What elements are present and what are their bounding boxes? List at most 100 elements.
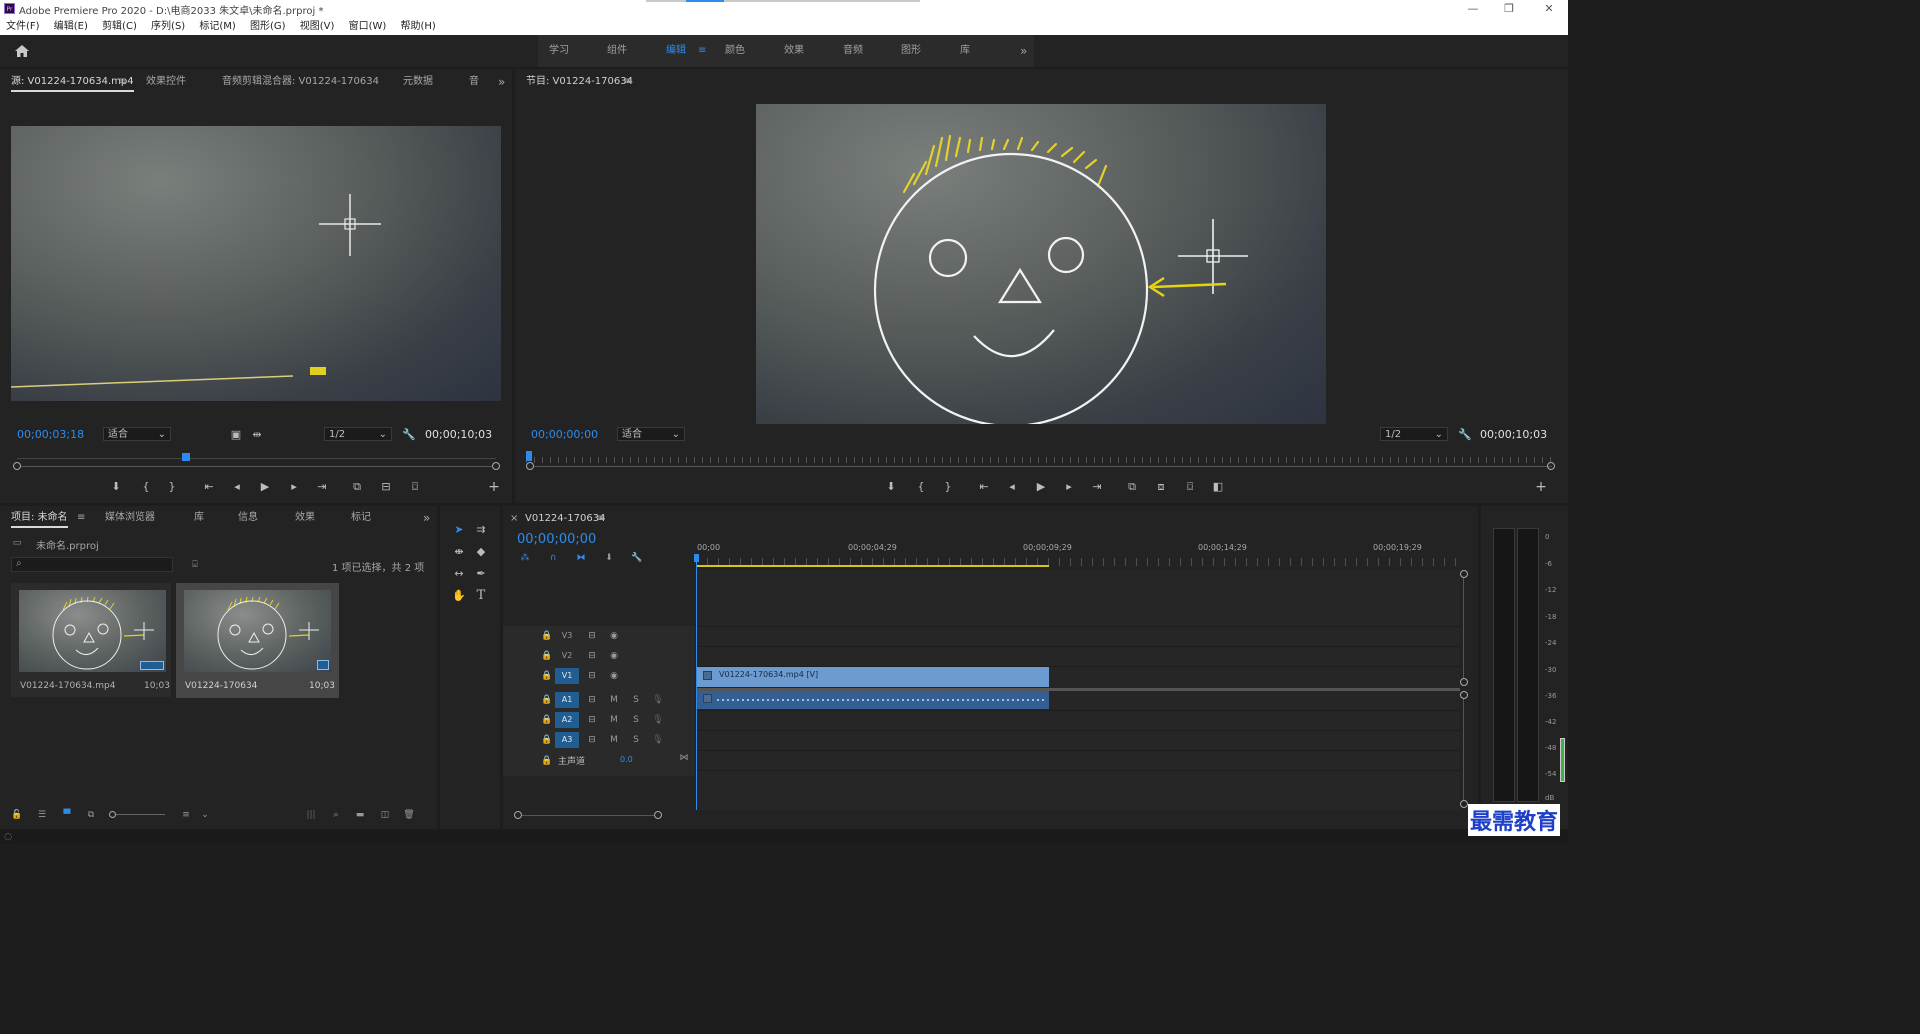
new-bin-icon[interactable]: ▬ [354,809,366,821]
project-more-tabs-button[interactable]: » [423,510,430,526]
pen-tool-icon[interactable]: ✒ [473,566,489,582]
step-forward-icon[interactable]: ▸ [1061,479,1077,495]
mark-out-icon[interactable]: } [164,479,180,495]
hand-tool-icon[interactable]: ✋ [451,588,467,604]
play-icon[interactable]: ▶ [1033,479,1049,495]
wrench-icon[interactable]: 🔧 [401,427,417,443]
source-fit-dropdown[interactable]: 适合 ⌄ [103,427,171,441]
tab-source[interactable]: 源: V01224-170634.mp4 [11,74,134,92]
mark-out-icon[interactable]: } [940,479,956,495]
timeline-sequence-tab[interactable]: V01224-170634 [525,511,605,527]
menu-help[interactable]: 帮助(H) [401,18,436,35]
workspace-color[interactable]: 颜色 [725,35,745,67]
track-select-tool-icon[interactable]: ⇉ [473,522,489,538]
menu-edit[interactable]: 编辑(E) [54,18,88,35]
track-lock-icon[interactable]: 🔒 [541,650,553,662]
program-zoom-bar[interactable] [526,462,1560,472]
mute-button[interactable]: M [608,714,620,726]
eye-icon[interactable]: ◉ [608,630,620,642]
project-item[interactable]: V01224-170634.mp4 10;03 [11,583,171,697]
program-tab-menu-icon[interactable]: ≡ [623,74,631,90]
project-tab-menu-icon[interactable]: ≡ [77,510,85,526]
source-resolution-dropdown[interactable]: 1/2 ⌄ [324,427,392,441]
step-back-icon[interactable]: ◂ [229,479,245,495]
source-more-tabs-button[interactable]: » [498,74,505,90]
close-button[interactable]: ✕ [1532,0,1566,18]
workspace-graphics[interactable]: 图形 [901,35,921,67]
program-resolution-dropdown[interactable]: 1/2 ⌄ [1380,427,1448,441]
go-to-in-icon[interactable]: ⇤ [976,479,992,495]
sync-lock-icon[interactable]: ⊟ [586,714,598,726]
new-item-icon[interactable]: ◫ [379,809,391,821]
program-playhead[interactable] [526,451,532,461]
zoom-handle-right[interactable] [1547,462,1555,470]
workspace-libraries[interactable]: 库 [960,35,970,67]
thumbnail-size-slider[interactable] [109,811,165,819]
export-frame-icon[interactable]: ⌼ [1182,479,1198,495]
zoom-handle-left[interactable] [13,462,21,470]
source-tab-menu-icon[interactable]: ≡ [118,74,126,90]
menu-graphics[interactable]: 图形(G) [250,18,286,35]
slip-tool-icon[interactable]: ↔ [451,566,467,582]
work-area-bar[interactable] [696,565,1049,567]
solo-button[interactable]: S [630,714,642,726]
add-marker-icon[interactable]: ⬇ [603,552,615,564]
go-to-in-icon[interactable]: ⇤ [201,479,217,495]
mark-in-icon[interactable]: { [138,479,154,495]
timeline-horizontal-scrollbar[interactable] [514,811,662,821]
ripple-edit-tool-icon[interactable]: ⇼ [451,544,467,560]
add-marker-icon[interactable]: ⬇ [883,479,899,495]
mic-icon[interactable]: 🎙 [652,714,664,726]
sync-lock-icon[interactable]: ⊟ [586,734,598,746]
workspace-audio[interactable]: 音频 [843,35,863,67]
track-lock-icon[interactable]: 🔒 [541,714,553,726]
go-to-out-icon[interactable]: ⇥ [1089,479,1105,495]
source-playhead[interactable] [181,453,190,461]
wrench-icon[interactable]: 🔧 [1457,427,1473,443]
type-tool-icon[interactable]: T [473,588,489,604]
automate-to-sequence-icon[interactable]: ||| [305,809,317,821]
mute-button[interactable]: M [608,734,620,746]
sync-lock-icon[interactable]: ⊟ [586,650,598,662]
tab-audio-short[interactable]: 音 [469,74,479,90]
mute-button[interactable]: M [608,694,620,706]
vertical-scroll-handle[interactable] [1460,570,1468,578]
overwrite-icon[interactable]: ⊟ [378,479,394,495]
add-button-icon[interactable]: + [1533,479,1549,495]
timeline-settings-icon[interactable]: 🔧 [631,552,643,564]
icon-view-icon[interactable]: ▀ [61,809,73,821]
timeline-close-icon[interactable]: × [510,511,518,527]
menu-markers[interactable]: 标记(M) [199,18,235,35]
timeline-tab-menu-icon[interactable]: ≡ [597,511,605,527]
source-video-frame[interactable] [11,126,501,401]
workspace-effects[interactable]: 效果 [784,35,804,67]
linked-selection-icon[interactable]: ⧓ [575,552,587,564]
lock-icon[interactable]: 🔓 [11,809,23,821]
vertical-scroll-handle[interactable] [1460,691,1468,699]
track-lock-icon[interactable]: 🔒 [541,734,553,746]
maximize-button[interactable]: ❐ [1492,0,1526,18]
eye-icon[interactable]: ◉ [608,650,620,662]
timeline-playhead-head[interactable] [694,554,699,562]
add-button-icon[interactable]: + [486,479,502,495]
program-title[interactable]: 节目: V01224-170634 [526,74,633,90]
source-timecode[interactable]: 00;00;03;18 [17,428,84,441]
step-forward-icon[interactable]: ▸ [286,479,302,495]
zoom-handle-right[interactable] [492,462,500,470]
solo-button[interactable]: S [630,734,642,746]
tab-project[interactable]: 项目: 未命名 [11,510,68,528]
export-frame-icon[interactable]: ⌼ [407,479,423,495]
go-to-end-icon[interactable]: ⋈ [678,752,690,764]
menu-window[interactable]: 窗口(W) [349,18,387,35]
sync-lock-icon[interactable]: ⊟ [586,630,598,642]
track-lock-icon[interactable]: 🔒 [541,670,553,682]
step-back-icon[interactable]: ◂ [1004,479,1020,495]
insert-icon[interactable]: ⧉ [349,479,365,495]
track-label-a2[interactable]: A2 [555,712,579,728]
source-zoom-bar[interactable] [13,462,500,472]
sort-icons-icon[interactable]: ≡ [180,809,192,821]
track-label-v3[interactable]: V3 [555,630,579,642]
project-search-input[interactable]: ⌕ [11,557,173,572]
program-video-frame[interactable] [756,104,1326,424]
extract-icon[interactable]: ⧈ [1153,479,1169,495]
